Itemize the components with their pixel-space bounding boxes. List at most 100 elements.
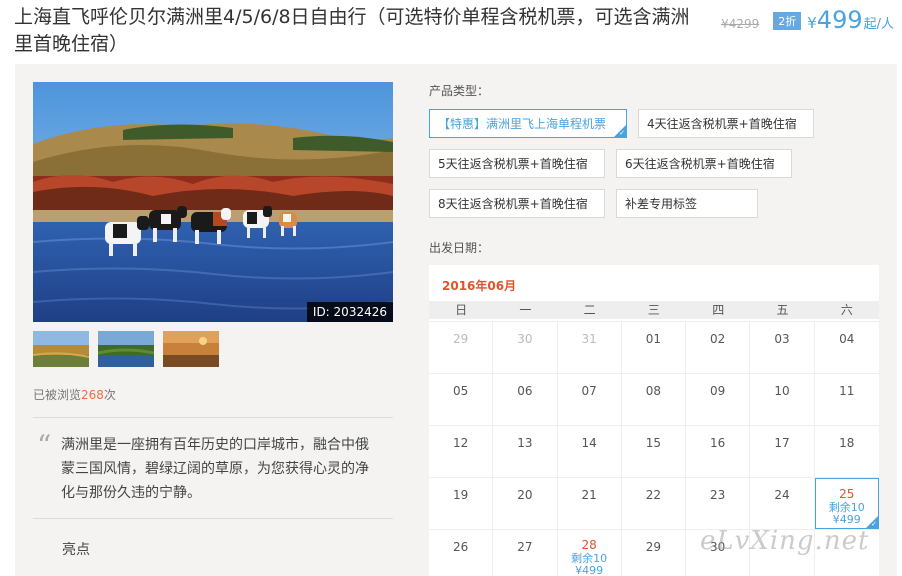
day-number: 05 <box>452 384 469 398</box>
day-number: 19 <box>452 488 469 502</box>
day-number: 24 <box>774 488 790 502</box>
views-prefix: 已被浏览 <box>33 388 82 402</box>
day-number: 29 <box>452 332 469 346</box>
weekday-wed: 三 <box>647 303 660 317</box>
product-type-option-2-label: 4天往返含税机票+首晚住宿 <box>647 117 797 131</box>
calendar-day: 27 <box>493 530 558 576</box>
thumbnail-strip <box>33 331 219 367</box>
calendar-day: 24 <box>750 478 815 529</box>
weekday-tue: 二 <box>583 303 596 317</box>
product-type-option-3[interactable]: 5天往返含税机票+首晚住宿 <box>429 149 605 178</box>
views-suffix: 次 <box>103 388 116 402</box>
calendar-day: 20 <box>493 478 558 529</box>
day-number: 10 <box>774 384 790 398</box>
highlights-title: 亮点 <box>62 542 90 558</box>
product-type-option-3-label: 5天往返含税机票+首晚住宿 <box>438 157 588 171</box>
calendar-day: 16 <box>686 426 751 477</box>
main-photo[interactable]: ID: 2032426 <box>33 82 393 322</box>
calendar-day: 21 <box>558 478 622 529</box>
day-number: 11 <box>839 384 855 398</box>
calendar-month: 2016年06月 <box>442 279 517 293</box>
check-icon: ✓ <box>870 520 877 528</box>
day-number: 14 <box>581 436 597 450</box>
calendar-day: 11 <box>815 374 879 425</box>
day-number: 27 <box>517 540 533 554</box>
product-type-option-1-label: 【特惠】满洲里飞上海单程机票 <box>438 117 607 131</box>
product-type-option-2[interactable]: 4天往返含税机票+首晚住宿 <box>638 109 814 138</box>
weekday-sun: 日 <box>455 303 468 317</box>
calendar-day: 18 <box>815 426 879 477</box>
calendar-week-row: 12 13 14 15 16 17 18 <box>429 425 879 477</box>
weekday-thu: 四 <box>712 303 725 317</box>
original-price: ¥4299 <box>721 17 760 31</box>
calendar-day: 10 <box>750 374 815 425</box>
view-counter: 已被浏览268次 <box>33 386 116 403</box>
departure-date-label: 出发日期： <box>429 241 490 255</box>
calendar-day: 31 <box>558 322 622 373</box>
calendar-day: 17 <box>750 426 815 477</box>
day-number: 29 <box>645 540 662 554</box>
thumbnail-3[interactable] <box>163 331 219 367</box>
day-number: 23 <box>710 488 726 502</box>
day-number: 09 <box>710 384 726 398</box>
product-type-option-4-label: 6天往返含税机票+首晚住宿 <box>625 157 775 171</box>
landscape-image <box>33 82 393 322</box>
calendar-day: 07 <box>558 374 622 425</box>
thumbnail-2-image <box>98 331 154 367</box>
day-number: 06 <box>517 384 533 398</box>
day-number: 13 <box>517 436 533 450</box>
thumbnail-1-image <box>33 331 89 367</box>
thumbnail-2[interactable] <box>98 331 154 367</box>
product-description: 满洲里是一座拥有百年历史的口岸城市，融合中俄蒙三国风情，碧绿辽阔的草原，为您获得… <box>61 437 369 501</box>
calendar-day: 02 <box>686 322 751 373</box>
sale-price: 499 <box>816 6 863 34</box>
day-price: ¥499 <box>575 564 604 576</box>
product-type-option-5-label: 8天往返含税机票+首晚住宿 <box>438 197 588 211</box>
product-type-label: 产品类型： <box>429 84 490 98</box>
calendar-day: 19 <box>429 478 494 529</box>
price-box: ¥4299 2折 ¥ 499 起/人 <box>721 6 894 34</box>
discount-badge: 2折 <box>773 12 802 30</box>
weekday-sat: 六 <box>840 303 853 317</box>
calendar-week-row: 29 30 31 01 02 03 04 <box>429 321 879 373</box>
calendar-day-available[interactable]: 28 剩余10 ¥499 <box>558 530 622 576</box>
day-number: 18 <box>839 436 855 450</box>
product-type-option-1[interactable]: 【特惠】满洲里飞上海单程机票 ✓ <box>429 109 627 138</box>
product-type-option-5[interactable]: 8天往返含税机票+首晚住宿 <box>429 189 605 218</box>
day-number: 07 <box>581 384 597 398</box>
product-title: 上海直飞呼伦贝尔满洲里4/5/6/8日自由行（可选特价单程含税机票，可选含满洲里… <box>14 6 690 55</box>
day-number: 21 <box>581 488 597 502</box>
calendar-day: 26 <box>429 530 494 576</box>
day-number: 04 <box>839 332 855 346</box>
calendar-weekday-header: 日 一 二 三 四 五 六 <box>429 301 879 319</box>
day-number: 17 <box>774 436 790 450</box>
calendar-day: 12 <box>429 426 494 477</box>
calendar-day: 05 <box>429 374 494 425</box>
thumbnail-1[interactable] <box>33 331 89 367</box>
product-type-option-4[interactable]: 6天往返含税机票+首晚住宿 <box>616 149 792 178</box>
day-number: 25 <box>839 487 855 501</box>
views-count: 268 <box>81 388 104 402</box>
divider-bottom <box>33 518 393 519</box>
calendar-day: 01 <box>622 322 687 373</box>
day-number: 16 <box>710 436 726 450</box>
day-number: 12 <box>452 436 469 450</box>
day-number: 01 <box>645 332 662 346</box>
day-number: 28 <box>581 538 597 552</box>
price-unit: 起/人 <box>863 17 894 32</box>
day-number: 15 <box>645 436 662 450</box>
calendar-day-available[interactable]: 25 剩余10 ¥499 ✓ <box>814 478 879 529</box>
day-number: 30 <box>517 332 533 346</box>
calendar-week-row: 19 20 21 22 23 24 25 剩余10 ¥499 ✓ <box>429 477 879 529</box>
day-number: 20 <box>517 488 533 502</box>
check-icon: ✓ <box>619 129 625 137</box>
calendar-day: 29 <box>622 530 687 576</box>
calendar-day: 09 <box>686 374 751 425</box>
day-number: 22 <box>645 488 662 502</box>
price-currency: ¥ <box>807 14 817 32</box>
product-type-option-6[interactable]: 补差专用标签 <box>616 189 758 218</box>
calendar-day: 15 <box>622 426 687 477</box>
calendar-day: 30 <box>493 322 558 373</box>
day-number: 02 <box>710 332 726 346</box>
watermark-text: eLvXing.net <box>700 526 870 556</box>
